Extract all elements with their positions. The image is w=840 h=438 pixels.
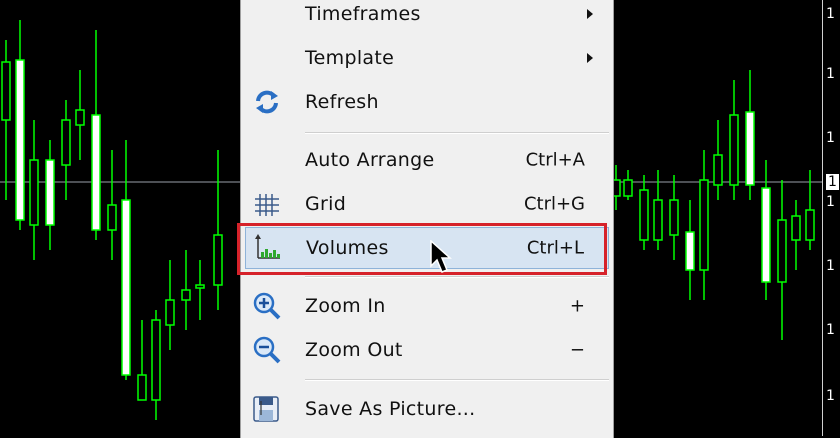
menu-item-label: Volumes [306, 237, 389, 259]
menu-item-label: Refresh [305, 91, 379, 113]
candle-body [699, 179, 709, 271]
menu-item-label: Template [305, 47, 395, 69]
candle-body [165, 299, 175, 326]
candle-body [195, 284, 205, 289]
menu-item-zoom-in[interactable]: Zoom In + [241, 286, 613, 326]
candle-body [213, 234, 223, 286]
menu-item-shortcut: Ctrl+L [526, 237, 584, 259]
menu-item-shortcut: − [569, 339, 585, 361]
menu-item-label: Timeframes [305, 3, 421, 25]
menu-item-save-as-picture[interactable]: Save As Picture... [241, 389, 613, 429]
chart-context-menu: Timeframes Template Refresh Auto Arrange… [240, 0, 614, 438]
price-axis-label: 1 [826, 322, 835, 338]
menu-item-timeframes[interactable]: Timeframes [241, 0, 613, 34]
candle-body [623, 179, 633, 197]
price-axis-label: 1 [826, 6, 835, 22]
candle-body [61, 119, 71, 166]
candle-body [761, 187, 771, 283]
candle-body [121, 199, 131, 376]
candle-body [639, 189, 649, 241]
grid-icon [251, 188, 283, 220]
candle-body [75, 109, 85, 126]
volumes-icon [252, 232, 284, 264]
menu-item-auto-arrange[interactable]: Auto Arrange Ctrl+A [241, 140, 613, 180]
candle-body [151, 319, 161, 401]
candle-body [15, 59, 25, 221]
mouse-cursor-icon [430, 240, 452, 273]
candle-body [137, 374, 147, 401]
candle-body [181, 289, 191, 301]
menu-item-label: Save As Picture... [305, 398, 476, 420]
menu-item-shortcut: Ctrl+A [525, 149, 585, 171]
candle-body [669, 199, 679, 236]
menu-item-label: Grid [305, 193, 347, 215]
menu-item-shortcut: + [569, 295, 585, 317]
candle-body [653, 199, 663, 241]
current-price-label: 1 [826, 174, 839, 190]
candle-body [745, 111, 755, 186]
save-picture-icon [251, 393, 283, 425]
candle-body [29, 159, 39, 226]
price-axis-label: 1 [826, 388, 835, 404]
price-axis-label: 1 [826, 66, 835, 82]
submenu-arrow-icon [587, 9, 593, 19]
candle-body [685, 231, 695, 271]
menu-separator [305, 379, 609, 381]
candle-body [107, 204, 117, 231]
price-axis-label: 1 [826, 130, 835, 146]
candle-body [791, 215, 801, 241]
refresh-icon [251, 86, 283, 118]
price-axis-label: 1 [826, 258, 835, 274]
candle-body [1, 61, 11, 121]
menu-item-refresh[interactable]: Refresh [241, 82, 613, 122]
menu-item-template[interactable]: Template [241, 38, 613, 78]
candle-body [91, 114, 101, 231]
submenu-arrow-icon [587, 53, 593, 63]
menu-item-label: Auto Arrange [305, 149, 435, 171]
zoom-out-icon [251, 334, 283, 366]
price-axis-label: 1 [826, 194, 835, 210]
menu-item-grid[interactable]: Grid Ctrl+G [241, 184, 613, 224]
candle-body [805, 209, 815, 241]
menu-item-zoom-out[interactable]: Zoom Out − [241, 330, 613, 370]
candle-body [45, 159, 55, 226]
menu-item-volumes[interactable]: Volumes Ctrl+L [245, 227, 609, 269]
candle-body [777, 219, 787, 283]
candle-body [729, 114, 739, 186]
candle-body [713, 154, 723, 186]
menu-item-shortcut: Ctrl+G [523, 193, 585, 215]
menu-separator [305, 132, 609, 134]
zoom-in-icon [251, 290, 283, 322]
menu-item-label: Zoom Out [305, 339, 403, 361]
menu-item-label: Zoom In [305, 295, 386, 317]
menu-separator [305, 276, 609, 278]
